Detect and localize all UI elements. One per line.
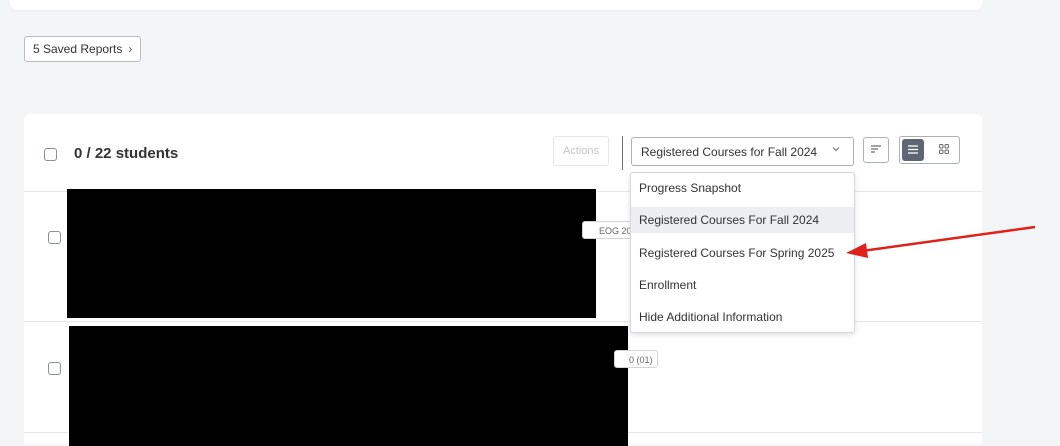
- sort-button[interactable]: [863, 137, 889, 163]
- header-divider: [622, 136, 623, 170]
- page-margin: [982, 0, 1060, 437]
- course-tag: 0 (01): [614, 350, 658, 368]
- dropdown-option-fall-2024[interactable]: Registered Courses For Fall 2024: [631, 207, 854, 233]
- course-tag: EOG 20: [582, 221, 637, 239]
- chevron-right-icon: ›: [128, 42, 133, 56]
- row-checkbox[interactable]: [48, 231, 61, 244]
- view-select[interactable]: Registered Courses for Fall 2024: [631, 137, 854, 166]
- report-view-dropdown: Progress Snapshot Registered Courses For…: [630, 172, 855, 333]
- grid-view-icon: [939, 141, 949, 159]
- actions-button[interactable]: Actions: [553, 136, 609, 166]
- saved-reports-button[interactable]: 5 Saved Reports ›: [24, 36, 142, 62]
- dropdown-option-spring-2025[interactable]: Registered Courses For Spring 2025: [631, 240, 854, 266]
- top-card: [10, 0, 982, 10]
- select-all-checkbox[interactable]: [44, 148, 57, 161]
- row-checkbox[interactable]: [48, 362, 61, 375]
- student-row: 0 (01): [24, 322, 982, 446]
- redacted-student-info: [67, 189, 596, 318]
- view-select-value: Registered Courses for Fall 2024: [641, 144, 818, 159]
- dropdown-option-progress-snapshot[interactable]: Progress Snapshot: [631, 175, 854, 201]
- list-view-icon: [908, 141, 918, 159]
- view-toggle-group: [899, 136, 960, 164]
- redacted-student-info: [69, 326, 628, 446]
- saved-reports-label: 5 Saved Reports: [33, 42, 123, 56]
- student-count: 0 / 22 students: [74, 145, 179, 162]
- sort-icon: [870, 141, 882, 159]
- dropdown-option-enrollment[interactable]: Enrollment: [631, 272, 854, 298]
- dropdown-option-hide-additional-info[interactable]: Hide Additional Information: [631, 304, 854, 330]
- grid-view-button[interactable]: [933, 139, 955, 161]
- chevron-down-icon: [831, 144, 841, 157]
- list-view-button[interactable]: [902, 139, 924, 161]
